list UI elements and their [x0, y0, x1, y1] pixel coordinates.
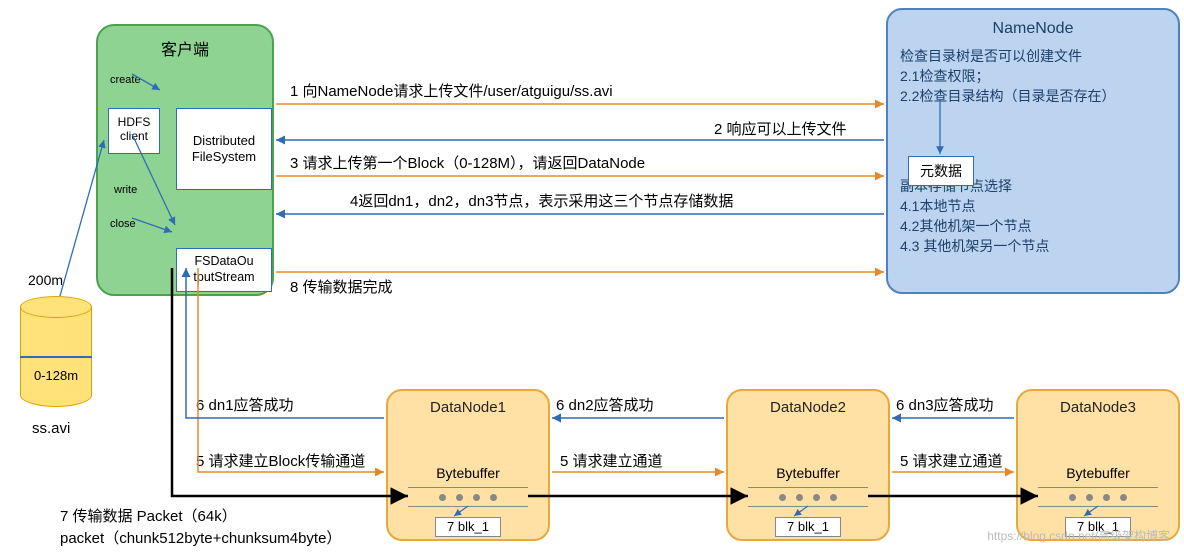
datanode-3: DataNode3 Bytebuffer 7 blk_1 [1016, 389, 1180, 541]
datanode-1: DataNode1 Bytebuffer 7 blk_1 [386, 389, 550, 541]
msg-1: 1 向NameNode请求上传文件/user/atguigu/ss.avi [290, 80, 613, 101]
msg-4: 4返回dn1，dn2，dn3节点，表示采用这三个节点存储数据 [350, 190, 733, 211]
namenode-check1: 检查目录树是否可以创建文件 [900, 46, 1166, 66]
client-title: 客户端 [161, 36, 209, 60]
metadata-box: 元数据 [908, 156, 974, 186]
dfs-l1: Distributed [177, 133, 271, 149]
client-panel: 客户端 create write close HDFS client Distr… [96, 24, 274, 296]
replica-3: 4.3 其他机架另一个节点 [900, 236, 1166, 256]
buffer-row-2 [748, 487, 868, 507]
label-close: close [110, 218, 136, 230]
dfs-l2: FileSystem [177, 149, 271, 165]
buffer-row-3 [1038, 487, 1158, 507]
datanode-3-title: DataNode3 [1028, 399, 1168, 416]
distributed-filesystem-box: Distributed FileSystem [176, 108, 272, 190]
namenode-title: NameNode [900, 20, 1166, 38]
msg-3: 3 请求上传第一个Block（0-128M），请返回DataNode [290, 152, 645, 173]
msg-6b: 6 dn2应答成功 [556, 394, 654, 415]
hdfs-client-l2: client [109, 129, 159, 143]
disk-range: 0-128m [20, 368, 92, 383]
replica-2: 4.2其他机架一个节点 [900, 216, 1166, 236]
msg-5c: 5 请求建立Block传输通道 [196, 450, 365, 471]
hdfs-client-box: HDFS client [108, 108, 160, 154]
msg-2: 2 响应可以上传文件 [714, 118, 847, 139]
label-write: write [114, 184, 137, 196]
buffer-row-1 [408, 487, 528, 507]
label-create: create [110, 74, 141, 86]
msg-6a: 6 dn1应答成功 [196, 394, 294, 415]
namenode-check3: 2.2检查目录结构（目录是否存在） [900, 86, 1166, 106]
disk-filename: ss.avi [32, 420, 70, 437]
hdfs-client-l1: HDFS [109, 115, 159, 129]
msg-5-23: 5 请求建立通道 [900, 450, 1003, 471]
datanode-2: DataNode2 Bytebuffer 7 blk_1 [726, 389, 890, 541]
msg-6c: 6 dn3应答成功 [896, 394, 994, 415]
disk-size: 200m [28, 272, 63, 288]
fsout-l1: FSDataOu [177, 253, 271, 269]
fsout-l2: tputStream [177, 269, 271, 285]
namenode-panel: NameNode 检查目录树是否可以创建文件 2.1检查权限； 2.2检查目录结… [886, 8, 1180, 294]
bytebuffer-2: Bytebuffer [753, 465, 863, 481]
replica-1: 4.1本地节点 [900, 196, 1166, 216]
fsdataoutputstream-box: FSDataOu tputStream [176, 248, 272, 292]
msg-7: 7 传输数据 Packet（64k） [60, 505, 237, 526]
blk-2: 7 blk_1 [775, 517, 841, 537]
disk-icon: 0-128m [20, 296, 92, 412]
datanode-2-title: DataNode2 [738, 399, 878, 416]
msg-5-12: 5 请求建立通道 [560, 450, 663, 471]
datanode-1-title: DataNode1 [398, 399, 538, 416]
namenode-check2: 2.1检查权限； [900, 66, 1166, 86]
blk-1: 7 blk_1 [435, 517, 501, 537]
watermark: https://blog.csdn.net/高级架构博客 [987, 527, 1170, 544]
msg-8: 8 传输数据完成 [290, 276, 393, 297]
bytebuffer-1: Bytebuffer [413, 465, 523, 481]
bytebuffer-3: Bytebuffer [1043, 465, 1153, 481]
msg-7b: packet（chunk512byte+chunksum4byte） [60, 527, 341, 548]
